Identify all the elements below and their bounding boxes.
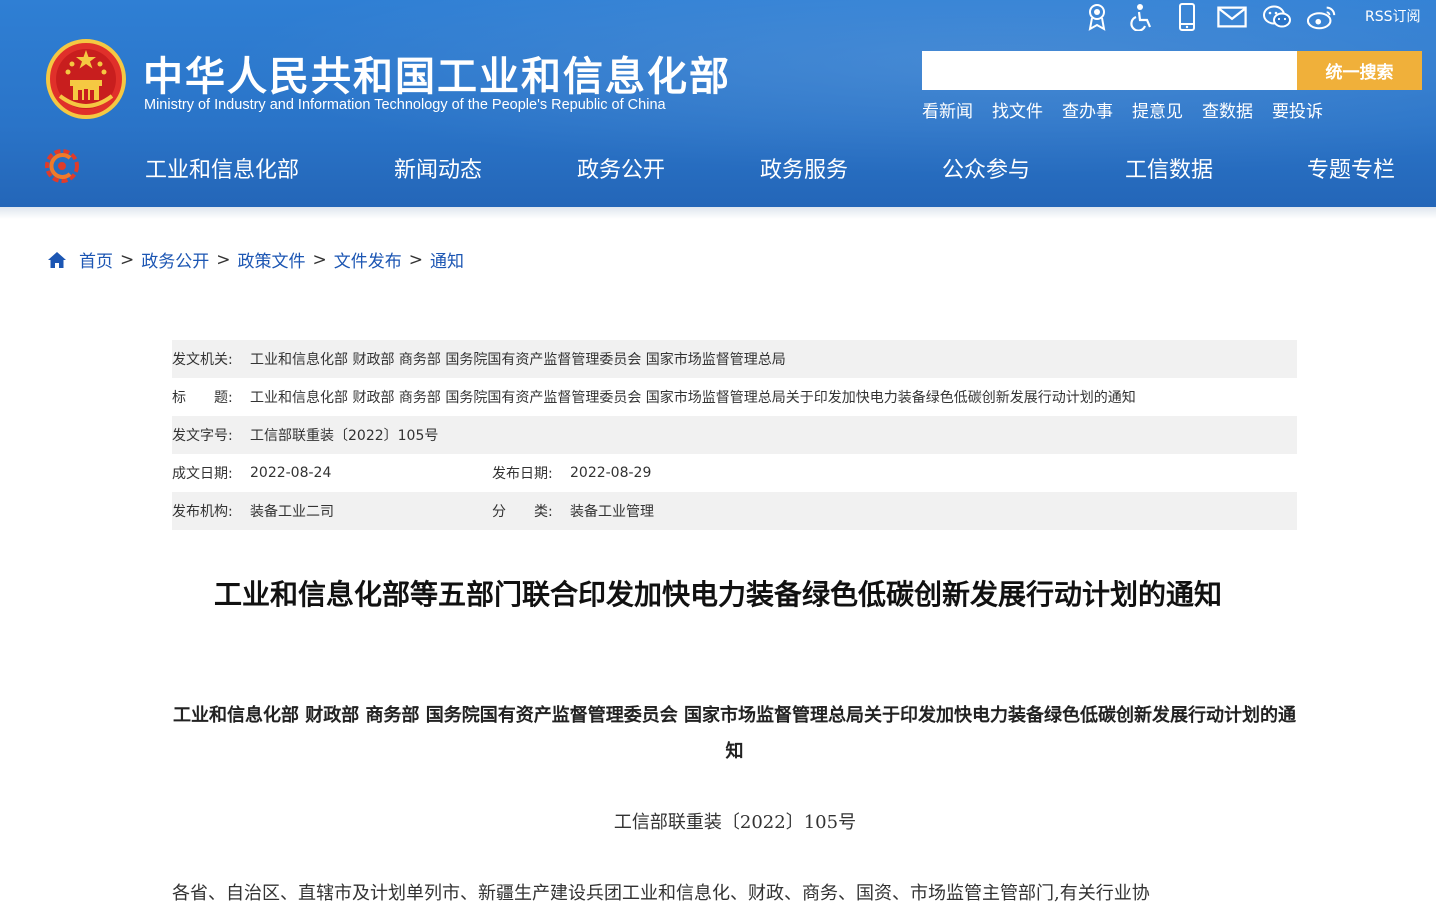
nav-item-public-participation[interactable]: 公众参与: [942, 152, 1030, 184]
main-nav: 工业和信息化部 新闻动态 政务公开 政务服务 公众参与 工信数据 专题专栏: [0, 140, 1436, 194]
breadcrumb-document-release[interactable]: 文件发布: [334, 247, 402, 272]
nav-item-news[interactable]: 新闻动态: [394, 152, 482, 184]
meta-label: 分 类:: [492, 504, 553, 520]
home-icon[interactable]: [47, 250, 67, 270]
nav-item-data[interactable]: 工信数据: [1125, 152, 1213, 184]
quick-link-services[interactable]: 查办事: [1062, 97, 1113, 122]
elder-care-icon[interactable]: [1082, 2, 1112, 32]
utility-toolbar: [1082, 0, 1347, 34]
nav-item-ministry[interactable]: 工业和信息化部: [145, 152, 299, 184]
meta-row-dates: 成文日期: 2022-08-24 发布日期: 2022-08-29: [172, 454, 1297, 492]
national-emblem-logo[interactable]: [46, 38, 126, 120]
meta-value-issuer: 工业和信息化部 财政部 商务部 国务院国有资产监督管理委员会 国家市场监督管理总…: [250, 352, 786, 368]
quick-link-data[interactable]: 查数据: [1202, 97, 1253, 122]
meta-value-created-date: 2022-08-24: [250, 465, 332, 481]
meta-label: 发布日期:: [492, 466, 553, 482]
meta-value-category: 装备工业管理: [570, 504, 654, 520]
rss-link[interactable]: RSS订阅: [1365, 6, 1421, 26]
meta-label: 成文日期:: [172, 466, 233, 482]
accessibility-icon[interactable]: [1127, 2, 1157, 32]
nav-item-government-affairs[interactable]: 政务公开: [577, 152, 665, 184]
quick-link-suggestions[interactable]: 提意见: [1132, 97, 1183, 122]
meta-value-org: 装备工业二司: [250, 504, 334, 520]
breadcrumb-separator: >: [120, 249, 135, 270]
quick-link-complaints[interactable]: 要投诉: [1272, 97, 1323, 122]
quick-link-files[interactable]: 找文件: [992, 97, 1043, 122]
nav-item-government-services[interactable]: 政务服务: [760, 152, 848, 184]
breadcrumb-home[interactable]: 首页: [79, 247, 113, 272]
article-title: 工业和信息化部等五部门联合印发加快电力装备绿色低碳创新发展行动计划的通知: [213, 578, 1222, 611]
breadcrumb-notices[interactable]: 通知: [430, 247, 464, 272]
breadcrumb-policy-documents[interactable]: 政策文件: [238, 247, 306, 272]
miit-logo-icon[interactable]: [44, 148, 80, 184]
article-subtitle: 工业和信息化部 财政部 商务部 国务院国有资产监督管理委员会 国家市场监督管理总…: [172, 705, 1297, 762]
breadcrumb-government-affairs[interactable]: 政务公开: [141, 247, 209, 272]
meta-label: 发文字号:: [172, 428, 233, 444]
meta-row-issuer: 发文机关: 工业和信息化部 财政部 商务部 国务院国有资产监督管理委员会 国家市…: [172, 340, 1297, 378]
meta-value-published-date: 2022-08-29: [570, 465, 652, 481]
nav-item-special-topics[interactable]: 专题专栏: [1307, 152, 1395, 184]
header-shadow: [0, 207, 1436, 219]
search-input[interactable]: [922, 51, 1297, 90]
meta-value-doc-number: 工信部联重装〔2022〕105号: [250, 428, 439, 444]
meta-label: 发布机构:: [172, 504, 233, 520]
mail-icon[interactable]: [1217, 2, 1247, 32]
breadcrumb: 首页 > 政务公开 > 政策文件 > 文件发布 > 通知: [47, 247, 464, 272]
unified-search-button[interactable]: 统一搜索: [1297, 51, 1422, 90]
meta-value-title: 工业和信息化部 财政部 商务部 国务院国有资产监督管理委员会 国家市场监督管理总…: [250, 390, 1136, 406]
meta-label: 标 题:: [172, 390, 233, 406]
meta-row-title: 标 题: 工业和信息化部 财政部 商务部 国务院国有资产监督管理委员会 国家市场…: [172, 378, 1297, 416]
article-doc-number: 工信部联重装〔2022〕105号: [613, 812, 857, 833]
mobile-icon[interactable]: [1172, 2, 1202, 32]
quick-link-news[interactable]: 看新闻: [922, 97, 973, 122]
wechat-icon[interactable]: [1262, 2, 1292, 32]
weibo-icon[interactable]: [1307, 2, 1337, 32]
meta-label: 发文机关:: [172, 352, 233, 368]
site-subtitle: Ministry of Industry and Information Tec…: [144, 97, 666, 113]
meta-row-org-category: 发布机构: 装备工业二司 分 类: 装备工业管理: [172, 492, 1297, 530]
breadcrumb-separator: >: [216, 249, 231, 270]
breadcrumb-separator: >: [312, 249, 327, 270]
quick-links: 看新闻 找文件 查办事 提意见 查数据 要投诉: [922, 97, 1342, 122]
site-title: 中华人民共和国工业和信息化部: [143, 54, 731, 100]
site-header: 中华人民共和国工业和信息化部 Ministry of Industry and …: [0, 0, 1436, 207]
document-meta-table: 发文机关: 工业和信息化部 财政部 商务部 国务院国有资产监督管理委员会 国家市…: [172, 340, 1297, 530]
breadcrumb-separator: >: [408, 249, 423, 270]
article-paragraph: 各省、自治区、直辖市及计划单列市、新疆生产建设兵团工业和信息化、财政、商务、国资…: [172, 883, 1150, 904]
meta-row-doc-number: 发文字号: 工信部联重装〔2022〕105号: [172, 416, 1297, 454]
